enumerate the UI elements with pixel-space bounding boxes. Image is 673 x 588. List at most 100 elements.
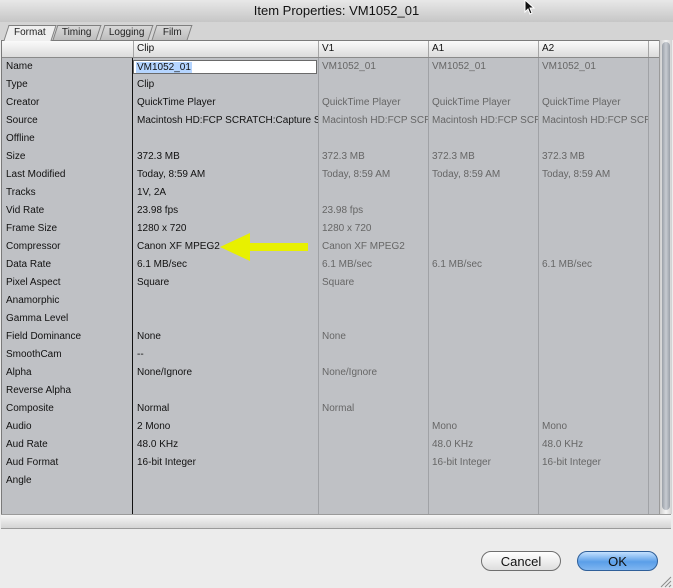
- property-value-a1[interactable]: [428, 130, 538, 148]
- property-value-v1[interactable]: [318, 184, 428, 202]
- property-value-v1[interactable]: [318, 130, 428, 148]
- property-value-a2[interactable]: 6.1 MB/sec: [538, 256, 648, 274]
- table-row[interactable]: Reverse Alpha: [2, 382, 660, 400]
- column-header-a2[interactable]: A2: [538, 41, 648, 57]
- property-value-a1[interactable]: 16-bit Integer: [428, 454, 538, 472]
- table-row[interactable]: Data Rate 6.1 MB/sec 6.1 MB/sec 6.1 MB/sec 6…: [2, 256, 660, 274]
- table-row[interactable]: Aud Format 16-bit Integer 16-bit Integer 16…: [2, 454, 660, 472]
- property-value-a2[interactable]: [538, 130, 648, 148]
- property-value-a1[interactable]: 6.1 MB/sec: [428, 256, 538, 274]
- property-value-v1[interactable]: [318, 310, 428, 328]
- property-value-v1[interactable]: 23.98 fps: [318, 202, 428, 220]
- column-header-name[interactable]: [2, 41, 133, 57]
- property-value-a2[interactable]: [538, 238, 648, 256]
- property-value-v1[interactable]: [318, 76, 428, 94]
- property-value-v1[interactable]: 1280 x 720: [318, 220, 428, 238]
- column-header-a1[interactable]: A1: [428, 41, 538, 57]
- property-value-clip[interactable]: [133, 382, 318, 400]
- property-value-a1[interactable]: [428, 328, 538, 346]
- table-row[interactable]: Source Macintosh HD:FCP SCRATCH:Capture S…: [2, 112, 660, 130]
- property-value-a2[interactable]: [538, 364, 648, 382]
- property-value-a1[interactable]: [428, 220, 538, 238]
- property-value-a2[interactable]: Mono: [538, 418, 648, 436]
- property-value-a1[interactable]: [428, 184, 538, 202]
- property-value-a1[interactable]: QuickTime Player: [428, 94, 538, 112]
- property-value-a1[interactable]: [428, 274, 538, 292]
- property-value-a1[interactable]: [428, 292, 538, 310]
- table-row[interactable]: Compressor Canon XF MPEG2 Canon XF MPEG2: [2, 238, 660, 256]
- property-value-a1[interactable]: VM1052_01: [428, 58, 538, 76]
- property-value-clip[interactable]: [133, 130, 318, 148]
- property-value-a1[interactable]: 48.0 KHz: [428, 436, 538, 454]
- property-value-a2[interactable]: QuickTime Player: [538, 94, 648, 112]
- property-value-clip[interactable]: 2 Mono: [133, 418, 318, 436]
- tab-format[interactable]: Format: [3, 25, 57, 41]
- property-value-a1[interactable]: [428, 364, 538, 382]
- property-value-a1[interactable]: 372.3 MB: [428, 148, 538, 166]
- table-row[interactable]: Offline: [2, 130, 660, 148]
- ok-button[interactable]: OK: [577, 551, 658, 571]
- table-row[interactable]: Tracks 1V, 2A: [2, 184, 660, 202]
- property-value-a2[interactable]: [538, 76, 648, 94]
- table-row[interactable]: Frame Size 1280 x 720 1280 x 720: [2, 220, 660, 238]
- property-value-clip[interactable]: 1V, 2A: [133, 184, 318, 202]
- property-value-a2[interactable]: [538, 202, 648, 220]
- table-row[interactable]: Pixel Aspect Square Square: [2, 274, 660, 292]
- property-value-a2[interactable]: [538, 220, 648, 238]
- property-value-clip[interactable]: 23.98 fps: [133, 202, 318, 220]
- property-value-clip[interactable]: Clip: [133, 76, 318, 94]
- tab-timing[interactable]: Timing: [52, 25, 102, 40]
- property-value-a2[interactable]: 48.0 KHz: [538, 436, 648, 454]
- column-header-clip[interactable]: Clip: [133, 41, 318, 57]
- property-value-clip[interactable]: None/Ignore: [133, 364, 318, 382]
- property-value-v1[interactable]: [318, 472, 428, 490]
- property-value-v1[interactable]: Normal: [318, 400, 428, 418]
- property-value-a1[interactable]: [428, 472, 538, 490]
- property-value-v1[interactable]: [318, 436, 428, 454]
- property-value-a2[interactable]: 372.3 MB: [538, 148, 648, 166]
- table-row[interactable]: Anamorphic: [2, 292, 660, 310]
- property-value-a2[interactable]: [538, 292, 648, 310]
- table-row[interactable]: Vid Rate 23.98 fps 23.98 fps: [2, 202, 660, 220]
- property-value-v1[interactable]: Macintosh HD:FCP SCRA: [318, 112, 428, 130]
- table-row[interactable]: Creator QuickTime Player QuickTime Player Q…: [2, 94, 660, 112]
- table-row[interactable]: Last Modified Today, 8:59 AM Today, 8:59 A…: [2, 166, 660, 184]
- property-value-clip[interactable]: [133, 310, 318, 328]
- property-value-a1[interactable]: [428, 310, 538, 328]
- property-value-a1[interactable]: Macintosh HD:FCP SCRA: [428, 112, 538, 130]
- table-row[interactable]: Angle: [2, 472, 660, 490]
- property-value-a1[interactable]: [428, 382, 538, 400]
- property-value-clip[interactable]: 48.0 KHz: [133, 436, 318, 454]
- property-value-a2[interactable]: [538, 382, 648, 400]
- vertical-scrollbar[interactable]: [659, 40, 672, 514]
- property-value-a1[interactable]: Today, 8:59 AM: [428, 166, 538, 184]
- property-value-a2[interactable]: [538, 346, 648, 364]
- horizontal-scrollbar[interactable]: [1, 514, 671, 529]
- property-value-a1[interactable]: [428, 400, 538, 418]
- table-row[interactable]: Type Clip: [2, 76, 660, 94]
- resize-grip-icon[interactable]: [658, 574, 672, 588]
- properties-table[interactable]: Clip V1 A1 A2 Name VM1052_01 VM1052_01 VM10…: [1, 40, 660, 515]
- property-value-a2[interactable]: VM1052_01: [538, 58, 648, 76]
- tab-logging[interactable]: Logging: [99, 25, 154, 40]
- property-value-v1[interactable]: Today, 8:59 AM: [318, 166, 428, 184]
- property-value-a2[interactable]: Today, 8:59 AM: [538, 166, 648, 184]
- property-value-a2[interactable]: Macintosh HD:FCP SCRA: [538, 112, 648, 130]
- table-row[interactable]: Name VM1052_01 VM1052_01 VM1052_01 VM1052_01: [2, 58, 660, 76]
- property-value-a2[interactable]: [538, 184, 648, 202]
- property-value-clip[interactable]: QuickTime Player: [133, 94, 318, 112]
- property-value-v1[interactable]: Square: [318, 274, 428, 292]
- property-value-a1[interactable]: [428, 238, 538, 256]
- table-row[interactable]: Field Dominance None None: [2, 328, 660, 346]
- table-row[interactable]: Alpha None/Ignore None/Ignore: [2, 364, 660, 382]
- property-value-a2[interactable]: [538, 310, 648, 328]
- property-value-clip[interactable]: Normal: [133, 400, 318, 418]
- property-value-a2[interactable]: 16-bit Integer: [538, 454, 648, 472]
- property-value-clip[interactable]: [133, 292, 318, 310]
- property-value-v1[interactable]: QuickTime Player: [318, 94, 428, 112]
- table-row[interactable]: Size 372.3 MB 372.3 MB 372.3 MB 372.3 MB: [2, 148, 660, 166]
- name-edit-field[interactable]: VM1052_01: [133, 60, 317, 74]
- property-value-v1[interactable]: Canon XF MPEG2: [318, 238, 428, 256]
- property-value-v1[interactable]: None: [318, 328, 428, 346]
- property-value-a2[interactable]: [538, 274, 648, 292]
